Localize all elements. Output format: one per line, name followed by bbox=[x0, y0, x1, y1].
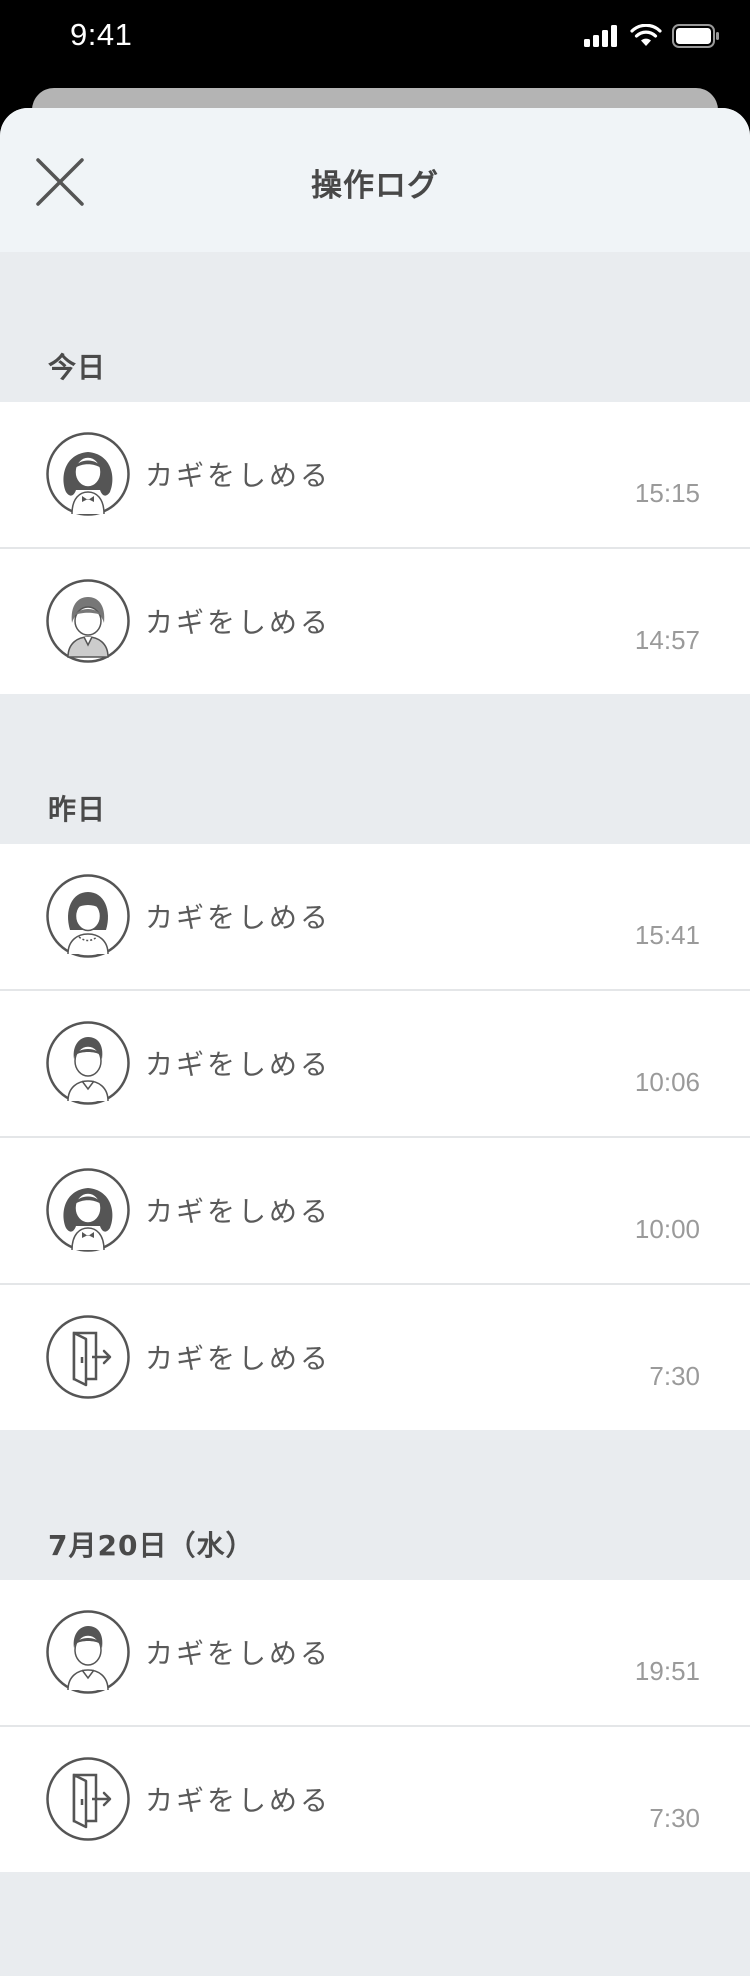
woman-bob-avatar-icon bbox=[46, 874, 130, 958]
log-time: 15:41 bbox=[634, 920, 700, 950]
section-date-label: 7月20日（水） bbox=[48, 1529, 255, 1562]
log-time: 7:30 bbox=[649, 1803, 700, 1833]
log-row[interactable]: カギをしめる 15:41 bbox=[0, 844, 750, 991]
operation-log-sheet: 操作ログ 今日 カギをしめる 15:15 カギをしめる 14:57 昨日 カギを… bbox=[0, 108, 750, 1976]
log-time: 14:57 bbox=[634, 625, 700, 655]
log-action-text: カギをしめる bbox=[145, 901, 332, 934]
log-row[interactable]: カギをしめる 10:06 bbox=[0, 991, 750, 1138]
man-avatar-icon bbox=[46, 1610, 130, 1694]
status-time: 9:41 bbox=[70, 17, 133, 52]
woman-long-hair-avatar-icon bbox=[46, 432, 130, 516]
log-section: 7月20日（水） カギをしめる 19:51 カギをしめる 7:30 bbox=[0, 1430, 750, 1872]
log-action-text: カギをしめる bbox=[145, 459, 332, 492]
log-section: 今日 カギをしめる 15:15 カギをしめる 14:57 bbox=[0, 252, 750, 694]
section-date-label: 昨日 bbox=[48, 793, 107, 826]
log-action-text: カギをしめる bbox=[145, 1048, 332, 1081]
sheet-header: 操作ログ bbox=[0, 108, 750, 252]
log-action-text: カギをしめる bbox=[145, 1637, 332, 1670]
log-time: 7:30 bbox=[649, 1361, 700, 1391]
wifi-icon bbox=[630, 24, 662, 46]
log-action-text: カギをしめる bbox=[145, 1784, 332, 1817]
section-date-label: 今日 bbox=[48, 351, 107, 384]
man-avatar-icon bbox=[46, 1021, 130, 1105]
log-time: 19:51 bbox=[634, 1656, 700, 1686]
woman-long-hair-avatar-icon bbox=[46, 1168, 130, 1252]
log-row[interactable]: カギをしめる 7:30 bbox=[0, 1727, 750, 1872]
page-title: 操作ログ bbox=[311, 168, 439, 204]
log-action-text: カギをしめる bbox=[145, 606, 332, 639]
log-section: 昨日 カギをしめる 15:41 カギをしめる 10:06 カギをしめる 10:0… bbox=[0, 694, 750, 1430]
log-row[interactable]: カギをしめる 14:57 bbox=[0, 549, 750, 694]
log-action-text: カギをしめる bbox=[145, 1342, 332, 1375]
log-time: 10:00 bbox=[634, 1214, 700, 1244]
door-exit-icon bbox=[46, 1315, 130, 1399]
log-row[interactable]: カギをしめる 15:15 bbox=[0, 402, 750, 549]
log-row[interactable]: カギをしめる 7:30 bbox=[0, 1285, 750, 1430]
log-time: 10:06 bbox=[634, 1067, 700, 1097]
battery-icon bbox=[672, 24, 719, 48]
log-time: 15:15 bbox=[634, 478, 700, 508]
status-icons bbox=[584, 24, 720, 48]
log-action-text: カギをしめる bbox=[145, 1195, 332, 1228]
short-hair-avatar-icon bbox=[46, 579, 130, 663]
door-exit-icon bbox=[46, 1757, 130, 1841]
status-bar: 9:41 bbox=[0, 0, 750, 88]
signal-icon bbox=[584, 25, 617, 47]
log-row[interactable]: カギをしめる 19:51 bbox=[0, 1580, 750, 1727]
log-row[interactable]: カギをしめる 10:00 bbox=[0, 1138, 750, 1285]
